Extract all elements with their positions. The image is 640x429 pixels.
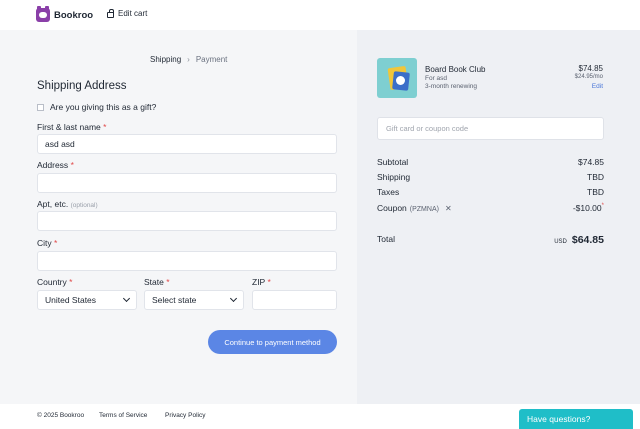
country-select[interactable]: United States [37,290,137,310]
product-price: $74.85 [578,64,603,73]
name-field[interactable] [37,134,337,154]
gift-checkbox[interactable] [37,103,44,111]
coupon-input[interactable] [377,117,604,140]
coupon-row: Coupon (PZMNA) ✕ -$10.00* [377,203,604,213]
coupon-code: (PZMNA) [409,206,439,213]
coupon-value: -$10.00 [572,203,602,213]
shopping-bag-icon [107,8,114,18]
copyright: © 2025 Bookroo [37,412,85,419]
address-field[interactable] [37,173,337,193]
apt-label: Apt, etc. (optional) [37,199,98,209]
zip-field[interactable] [252,290,337,310]
breadcrumb: Shipping › Payment [150,55,227,64]
terms-link[interactable]: Terms of Service [99,412,147,419]
breadcrumb-payment[interactable]: Payment [196,55,228,64]
product-recipient: For asd [425,75,448,82]
have-questions-button[interactable]: Have questions? [519,409,633,429]
breadcrumb-shipping[interactable]: Shipping [150,55,181,64]
page-title: Shipping Address [37,80,127,92]
shipping-row: Shipping TBD [377,172,604,182]
product-image [377,58,417,98]
apt-field[interactable] [37,211,337,231]
shipping-value: TBD [587,172,604,182]
total-row: Total USD $64.85 [377,234,604,246]
edit-product-link[interactable]: Edit [592,83,603,90]
product-monthly-price: $24.95/mo [574,74,603,80]
product-plan: 3-month renewing [425,83,478,90]
state-select[interactable]: Select state [144,290,244,310]
gift-label: Are you giving this as a gift? [50,102,157,112]
chevron-right-icon: › [187,55,190,64]
continue-to-payment-button[interactable]: Continue to payment method [208,330,337,354]
country-value: United States [45,295,97,305]
remove-coupon-icon[interactable]: ✕ [445,204,452,213]
state-value: Select state [152,295,197,305]
product-name: Board Book Club [425,65,486,74]
currency-code: USD [554,239,567,245]
subtotal-row: Subtotal $74.85 [377,157,604,167]
subtotal-value: $74.85 [578,157,604,167]
state-label: State * [144,277,170,287]
country-label: Country * [37,277,73,287]
total-value: $64.85 [571,234,604,246]
edit-cart-link[interactable]: Edit cart [107,8,148,18]
chevron-down-icon [229,294,238,303]
privacy-link[interactable]: Privacy Policy [165,412,205,419]
brand-name: Bookroo [54,9,94,21]
top-bar: Bookroo Edit cart [0,0,640,30]
coupon-note-mark: * [601,203,604,209]
brand-logo[interactable]: Bookroo [36,6,94,22]
edit-cart-label: Edit cart [118,9,148,18]
taxes-row: Taxes TBD [377,187,604,197]
bear-logo-icon [36,6,50,22]
taxes-value: TBD [587,187,604,197]
address-label: Address * [37,160,74,170]
gift-option[interactable]: Are you giving this as a gift? [37,102,156,112]
name-label: First & last name * [37,122,107,132]
zip-label: ZIP * [252,277,271,287]
city-field[interactable] [37,251,337,271]
city-label: City * [37,238,58,248]
chevron-down-icon [122,294,131,303]
